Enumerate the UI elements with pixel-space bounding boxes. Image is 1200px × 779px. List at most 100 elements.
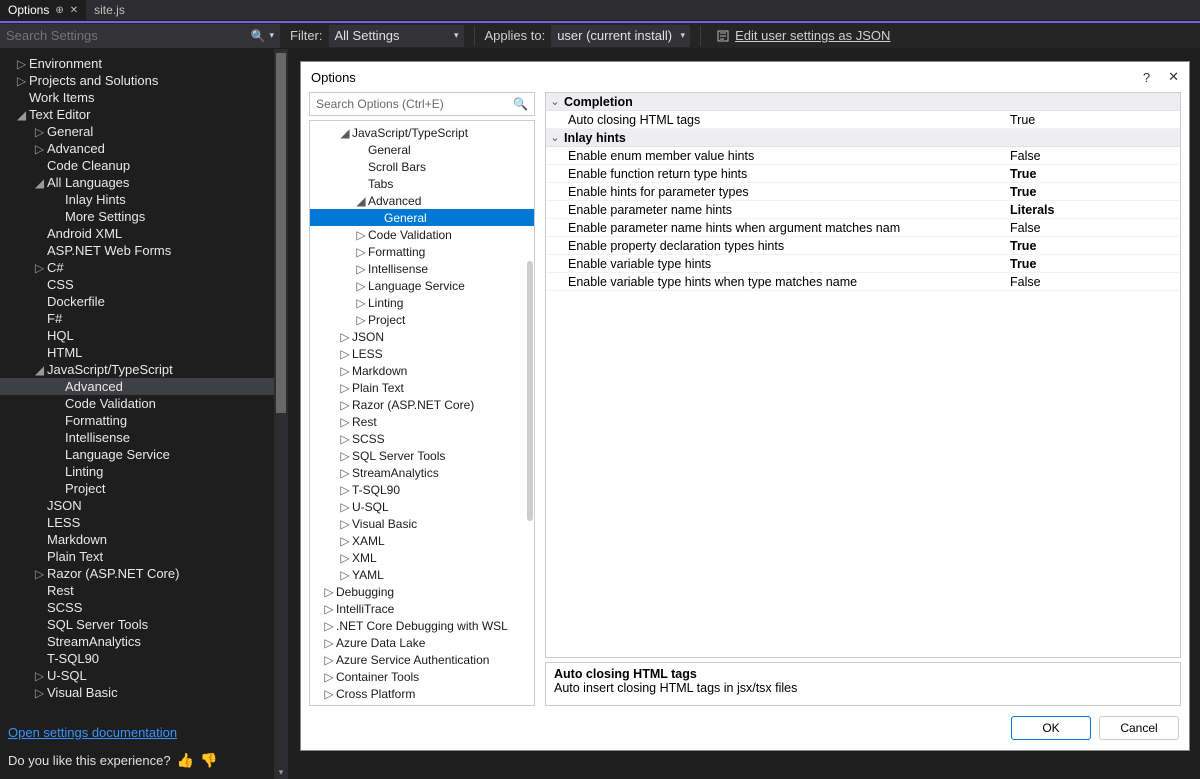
tree-item[interactable]: HTML <box>0 344 274 361</box>
property-row[interactable]: Enable parameter name hints when argumen… <box>546 219 1180 237</box>
options-tree[interactable]: ◢JavaScript/TypeScriptGeneralScroll Bars… <box>309 120 535 706</box>
close-icon[interactable]: ✕ <box>70 5 78 16</box>
expander-icon[interactable]: ▷ <box>338 449 352 463</box>
expander-icon[interactable]: ▷ <box>338 483 352 497</box>
expander-icon[interactable]: ▷ <box>338 534 352 548</box>
tab-sitejs[interactable]: site.js <box>86 0 133 20</box>
expander-icon[interactable]: ◢ <box>14 108 29 122</box>
tree-item[interactable]: Inlay Hints <box>0 191 274 208</box>
tree-item[interactable]: Advanced <box>0 378 274 395</box>
tree-item[interactable]: ▷Visual Basic <box>310 515 534 532</box>
property-value[interactable]: True <box>1010 257 1180 271</box>
expander-icon[interactable]: ▷ <box>338 398 352 412</box>
expander-icon[interactable]: ▷ <box>338 568 352 582</box>
tree-item[interactable]: ▷U-SQL <box>310 498 534 515</box>
cancel-button[interactable]: Cancel <box>1099 716 1179 740</box>
expander-icon[interactable]: ▷ <box>32 261 47 275</box>
tree-item[interactable]: ▷Cross Platform <box>310 685 534 702</box>
expander-icon[interactable]: ▷ <box>338 466 352 480</box>
tree-item[interactable]: Project <box>0 480 274 497</box>
property-value[interactable]: True <box>1010 167 1180 181</box>
property-value[interactable]: True <box>1010 113 1180 127</box>
options-search[interactable]: Search Options (Ctrl+E) 🔍 <box>309 92 535 116</box>
tree-item[interactable]: ▷Linting <box>310 294 534 311</box>
expander-icon[interactable]: ▷ <box>338 364 352 378</box>
tree-item[interactable]: ▷Projects and Solutions <box>0 72 274 89</box>
tree-item[interactable]: More Settings <box>0 208 274 225</box>
expander-icon[interactable]: ▷ <box>338 551 352 565</box>
expander-icon[interactable]: ▷ <box>32 686 47 700</box>
expander-icon[interactable]: ◢ <box>338 126 352 140</box>
tree-item[interactable]: Language Service <box>0 446 274 463</box>
expander-icon[interactable]: ▷ <box>32 567 47 581</box>
expander-icon[interactable]: ▷ <box>322 619 336 633</box>
tree-item[interactable]: Scroll Bars <box>310 158 534 175</box>
property-row[interactable]: Auto closing HTML tagsTrue <box>546 111 1180 129</box>
property-row[interactable]: Enable enum member value hintsFalse <box>546 147 1180 165</box>
expander-icon[interactable]: ▷ <box>354 313 368 327</box>
tree-item[interactable]: ▷Intellisense <box>310 260 534 277</box>
expander-icon[interactable]: ▷ <box>322 585 336 599</box>
pin-icon[interactable]: ⊕ <box>55 5 63 16</box>
tree-item[interactable]: ▷Markdown <box>310 362 534 379</box>
tree-item[interactable]: ▷Plain Text <box>310 379 534 396</box>
scroll-thumb[interactable] <box>527 261 533 521</box>
tree-item[interactable]: General <box>310 141 534 158</box>
tree-item[interactable]: ▷Razor (ASP.NET Core) <box>310 396 534 413</box>
search-input[interactable] <box>6 28 247 43</box>
expander-icon[interactable]: ▷ <box>32 142 47 156</box>
tree-item[interactable]: Code Validation <box>0 395 274 412</box>
property-row[interactable]: Enable function return type hintsTrue <box>546 165 1180 183</box>
tree-item[interactable]: ▷General <box>0 123 274 140</box>
thumbs-up-icon[interactable]: 👍 <box>177 752 194 769</box>
expander-icon[interactable]: ▷ <box>338 415 352 429</box>
property-value[interactable]: True <box>1010 185 1180 199</box>
expander-icon[interactable]: ▷ <box>354 245 368 259</box>
expander-icon[interactable]: ▷ <box>338 517 352 531</box>
thumbs-down-icon[interactable]: 👎 <box>200 752 217 769</box>
expander-icon[interactable]: ▷ <box>338 432 352 446</box>
tree-item[interactable]: ▷Database Tools <box>310 702 534 706</box>
tree-item[interactable]: ▷StreamAnalytics <box>310 464 534 481</box>
tree-item[interactable]: SQL Server Tools <box>0 616 274 633</box>
tree-item[interactable]: ▷Formatting <box>310 243 534 260</box>
property-grid[interactable]: ⌄CompletionAuto closing HTML tagsTrue⌄In… <box>545 92 1181 658</box>
tree-item[interactable]: Rest <box>0 582 274 599</box>
tree-item[interactable]: Tabs <box>310 175 534 192</box>
tree-item[interactable]: ◢All Languages <box>0 174 274 191</box>
tree-item[interactable]: ▷Environment <box>0 55 274 72</box>
tree-item[interactable]: StreamAnalytics <box>0 633 274 650</box>
tree-item[interactable]: ▷Language Service <box>310 277 534 294</box>
scroll-down-icon[interactable]: ▾ <box>274 765 288 779</box>
property-value[interactable]: False <box>1010 221 1180 235</box>
tree-item[interactable]: Android XML <box>0 225 274 242</box>
tree-item[interactable]: ▷Rest <box>310 413 534 430</box>
tree-item[interactable]: ▷SQL Server Tools <box>310 447 534 464</box>
expander-icon[interactable]: ▷ <box>338 347 352 361</box>
tab-options[interactable]: Options ⊕ ✕ <box>0 0 86 20</box>
property-row[interactable]: Enable variable type hintsTrue <box>546 255 1180 273</box>
close-icon[interactable]: ✕ <box>1168 69 1179 85</box>
tree-item[interactable]: ▷Visual Basic <box>0 684 274 701</box>
expander-icon[interactable]: ▷ <box>338 381 352 395</box>
tree-item[interactable]: ▷Razor (ASP.NET Core) <box>0 565 274 582</box>
property-group-header[interactable]: ⌄Inlay hints <box>546 129 1180 147</box>
property-value[interactable]: True <box>1010 239 1180 253</box>
property-group-header[interactable]: ⌄Completion <box>546 93 1180 111</box>
property-value[interactable]: False <box>1010 275 1180 289</box>
tree-item[interactable]: ▷Azure Service Authentication <box>310 651 534 668</box>
tree-item[interactable]: F# <box>0 310 274 327</box>
property-row[interactable]: Enable variable type hints when type mat… <box>546 273 1180 291</box>
scroll-thumb[interactable] <box>276 53 286 413</box>
expander-icon[interactable]: ▷ <box>322 653 336 667</box>
ok-button[interactable]: OK <box>1011 716 1091 740</box>
tree-item[interactable]: SCSS <box>0 599 274 616</box>
tree-item[interactable]: ▷T-SQL90 <box>310 481 534 498</box>
tree-item[interactable]: ▷Code Validation <box>310 226 534 243</box>
help-icon[interactable]: ? <box>1143 70 1150 85</box>
tree-item[interactable]: ◢JavaScript/TypeScript <box>310 124 534 141</box>
tree-item[interactable]: ▷JSON <box>310 328 534 345</box>
tree-item[interactable]: ◢Advanced <box>310 192 534 209</box>
tree-item[interactable]: ▷Azure Data Lake <box>310 634 534 651</box>
tree-item[interactable]: HQL <box>0 327 274 344</box>
